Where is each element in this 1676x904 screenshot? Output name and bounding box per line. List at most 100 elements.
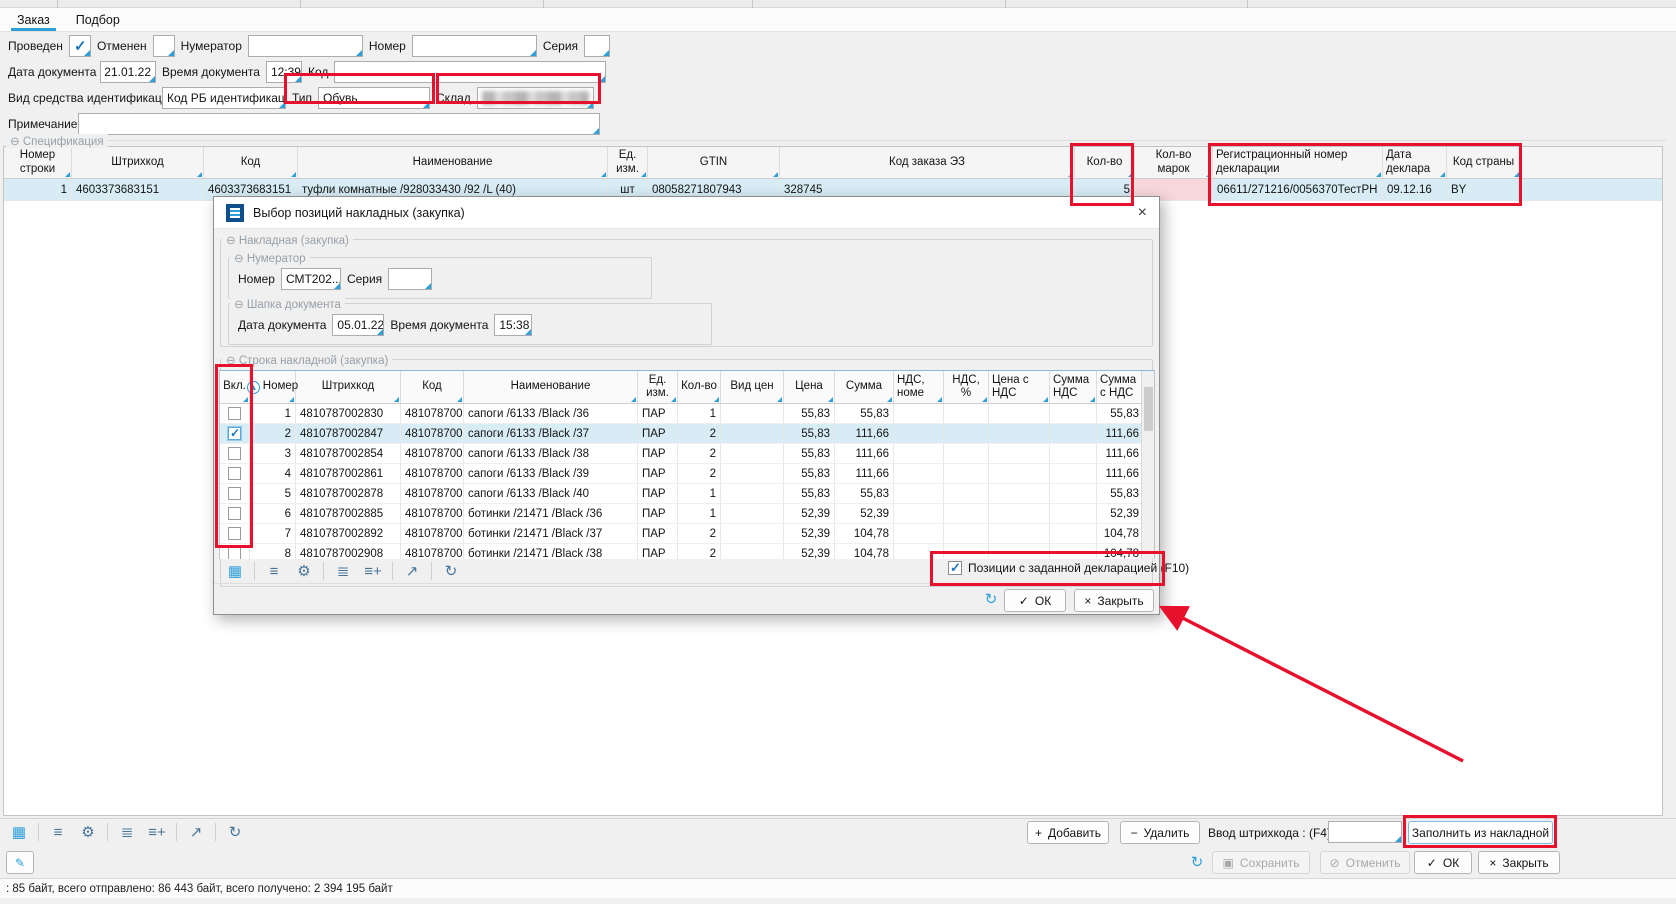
collapse-icon[interactable]: ⊖ [234, 299, 244, 311]
tab-podbor[interactable]: Подбор [63, 8, 133, 31]
dialog-table-row[interactable]: 7 4810787002892 481078700... ботинки /21… [220, 524, 1154, 544]
spec-col-name[interactable]: Наименование [298, 147, 608, 178]
spec-col-unit[interactable]: Ед. изм. [608, 147, 648, 178]
row-include-checkbox[interactable] [228, 427, 241, 440]
spec-col-qty[interactable]: Кол-во [1075, 147, 1135, 178]
dialog-doc-time-field[interactable]: 15:38 [494, 314, 532, 336]
id-type-label: Вид средства идентификации [8, 91, 156, 105]
col-num[interactable]: ▲Номер [250, 371, 296, 403]
tip-field[interactable]: Обувь [318, 87, 430, 109]
col-name[interactable]: Наименование [464, 371, 638, 403]
gear-icon[interactable]: ⚙ [293, 561, 315, 581]
col-sum-with-vat[interactable]: Сумма с НДС [1097, 371, 1143, 403]
numbered-list-icon[interactable]: ≣ [116, 822, 138, 842]
row-include-checkbox[interactable] [228, 407, 241, 420]
gear-icon[interactable]: ⚙ [77, 822, 99, 842]
dialog-table-row[interactable]: 8 4810787002908 481078700... ботинки /21… [220, 544, 1154, 559]
dialog-table-row[interactable]: 3 4810787002854 481078700... сапоги /613… [220, 444, 1154, 464]
dialog-seriya-field[interactable] [388, 268, 432, 290]
list-add-icon[interactable]: ≡+ [362, 561, 384, 581]
dialog-table-row[interactable]: 6 4810787002885 481078700... ботинки /21… [220, 504, 1154, 524]
barcode-entry-field[interactable] [1328, 821, 1402, 843]
numerator-field[interactable] [248, 35, 363, 57]
row-include-checkbox[interactable] [228, 547, 241, 559]
spec-col-marks[interactable]: Кол-во марок [1135, 147, 1213, 178]
fill-from-invoice-button[interactable]: Заполнить из накладной [1408, 821, 1553, 844]
collapse-icon[interactable]: ⊖ [234, 253, 244, 265]
doc-date-field[interactable]: 21.01.22 [100, 61, 156, 83]
filter-icon[interactable]: ≡ [263, 561, 285, 581]
reload-icon[interactable]: ↻ [224, 822, 246, 842]
list-add-icon[interactable]: ≡+ [146, 822, 168, 842]
nomer-field[interactable] [412, 35, 537, 57]
edit-note-button[interactable]: ✎ [6, 851, 34, 874]
scrollbar-thumb[interactable] [1144, 387, 1153, 431]
delete-button[interactable]: − Удалить [1120, 821, 1200, 844]
dialog-close-button[interactable]: × Закрыть [1074, 589, 1154, 612]
col-qty[interactable]: Кол-во [678, 371, 721, 403]
dialog-table-row[interactable]: 5 4810787002878 481078700... сапоги /613… [220, 484, 1154, 504]
dialog-table-row[interactable]: 2 4810787002847 481078700... сапоги /613… [220, 424, 1154, 444]
save-button[interactable]: ▣ Сохранить [1212, 851, 1310, 874]
spec-col-decl-date[interactable]: Дата деклара [1383, 147, 1447, 178]
tab-zakaz[interactable]: Заказ [4, 8, 63, 31]
numbered-list-icon[interactable]: ≣ [332, 561, 354, 581]
dialog-table-row[interactable]: 4 4810787002861 481078700... сапоги /613… [220, 464, 1154, 484]
dialog-table-scrollbar[interactable] [1141, 371, 1154, 559]
dialog-ok-button[interactable]: ✓ ОК [1004, 589, 1066, 612]
row-include-checkbox[interactable] [228, 447, 241, 460]
seriya-field[interactable] [584, 35, 610, 57]
otmenen-checkbox[interactable] [153, 35, 175, 57]
row-include-checkbox[interactable] [228, 487, 241, 500]
dialog-nomer-field[interactable]: СМТ202... [281, 268, 341, 290]
col-incl[interactable]: Вкл. [220, 371, 250, 403]
reload-icon[interactable]: ↻ [440, 561, 462, 581]
spec-col-reg[interactable]: Регистрационный номер декларации [1213, 147, 1383, 178]
col-sum[interactable]: Сумма [835, 371, 894, 403]
refresh-icon[interactable]: ↻ [980, 589, 1002, 609]
rows-group-label: ⊖ Строка накладной (закупка) [222, 353, 392, 367]
filter-declaration-checkbox[interactable] [948, 561, 962, 575]
note-field[interactable] [78, 113, 600, 135]
ok-button[interactable]: ✓ ОК [1414, 851, 1472, 874]
id-type-field[interactable]: Код РБ идентификац... [162, 87, 286, 109]
grid-icon[interactable]: ▦ [224, 561, 246, 581]
row-include-checkbox[interactable] [228, 467, 241, 480]
spec-col-num[interactable]: Номер строки [4, 147, 72, 178]
dialog-close-icon[interactable]: × [1138, 204, 1147, 222]
kod-field[interactable] [334, 61, 606, 83]
col-unit[interactable]: Ед. изм. [638, 371, 678, 403]
collapse-icon[interactable]: ⊖ [226, 235, 236, 247]
open-in-window-icon[interactable]: ↗ [401, 561, 423, 581]
col-code[interactable]: Код [401, 371, 464, 403]
edit-icon: ✎ [15, 857, 25, 869]
open-in-window-icon[interactable]: ↗ [185, 822, 207, 842]
collapse-icon[interactable]: ⊖ [226, 355, 236, 367]
col-vat-pct[interactable]: НДС, % [944, 371, 989, 403]
proveden-checkbox[interactable] [69, 35, 91, 57]
sklad-field[interactable] [477, 87, 594, 109]
col-sum-vat[interactable]: Сумма НДС [1050, 371, 1097, 403]
col-price-type[interactable]: Вид цен [721, 371, 784, 403]
cancel-button[interactable]: ⊘ Отменить [1320, 851, 1410, 874]
add-button[interactable]: + Добавить [1027, 821, 1109, 844]
doc-time-field[interactable]: 12:39 [266, 61, 302, 83]
row-include-checkbox[interactable] [228, 507, 241, 520]
close-button[interactable]: × Закрыть [1478, 851, 1560, 874]
col-price-vat[interactable]: Цена с НДС [989, 371, 1050, 403]
dialog-table-row[interactable]: 1 4810787002830 481078700... сапоги /613… [220, 404, 1154, 424]
col-vat-num[interactable]: НДС, номе [894, 371, 944, 403]
row-include-checkbox[interactable] [228, 527, 241, 540]
dialog-doc-date-field[interactable]: 05.01.22 [332, 314, 384, 336]
spec-col-order[interactable]: Код заказа ЭЗ [780, 147, 1075, 178]
refresh-icon[interactable]: ↻ [1186, 852, 1208, 872]
grid-icon[interactable]: ▦ [8, 822, 30, 842]
col-barcode[interactable]: Штрихкод [296, 371, 401, 403]
collapse-icon[interactable]: ⊖ [10, 136, 20, 148]
spec-col-country[interactable]: Код страны [1447, 147, 1521, 178]
spec-col-barcode[interactable]: Штрихкод [72, 147, 204, 178]
filter-icon[interactable]: ≡ [47, 822, 69, 842]
spec-col-gtin[interactable]: GTIN [648, 147, 780, 178]
col-price[interactable]: Цена [784, 371, 835, 403]
spec-col-code[interactable]: Код [204, 147, 298, 178]
